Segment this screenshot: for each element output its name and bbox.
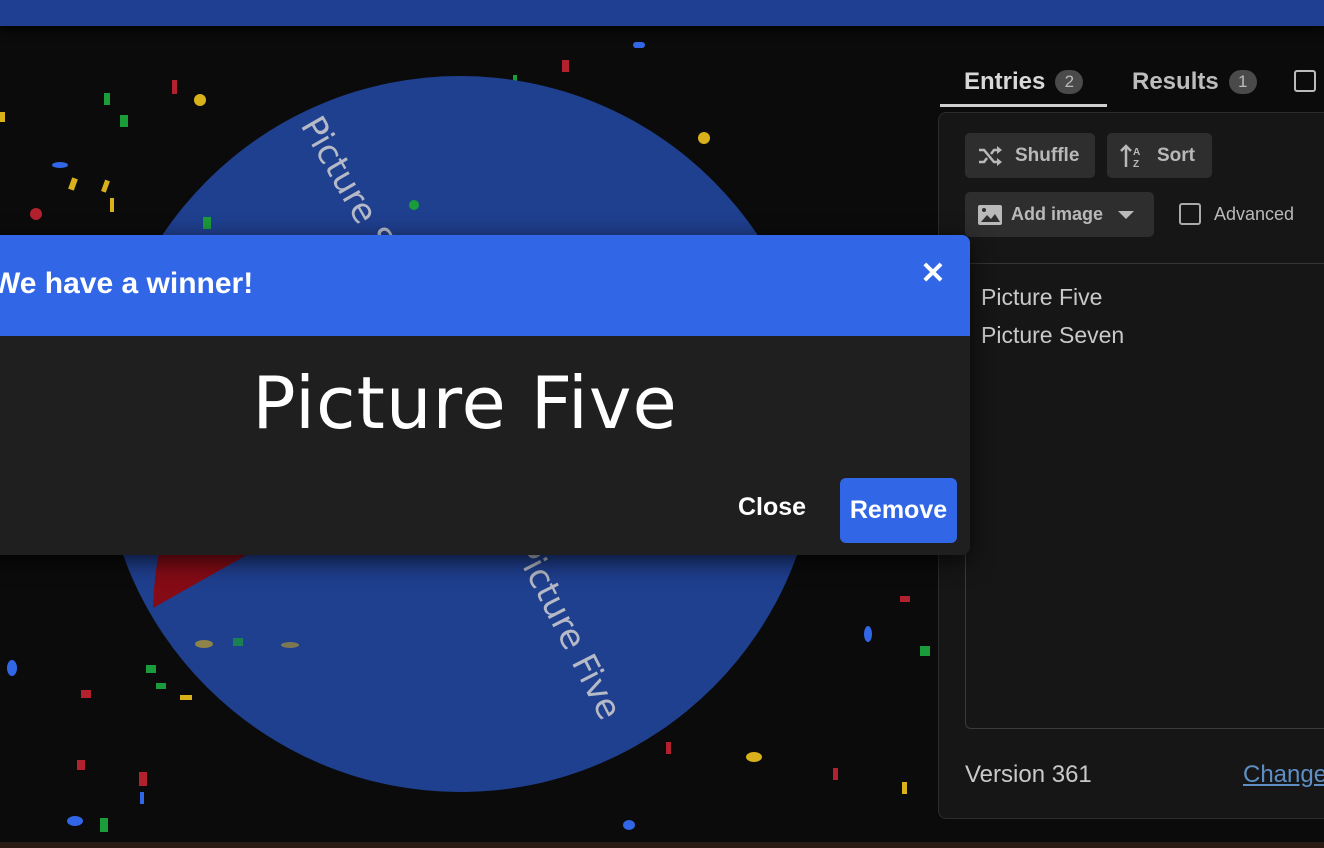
- advanced-toggle[interactable]: Advanced: [1179, 203, 1294, 225]
- image-icon: [978, 204, 1002, 225]
- add-image-button[interactable]: Add image: [965, 192, 1154, 237]
- tab-entries-label: Entries: [964, 68, 1046, 95]
- close-icon[interactable]: ✕: [920, 259, 946, 289]
- sort-icon: A Z: [1120, 143, 1140, 169]
- shuffle-label: Shuffle: [1015, 144, 1080, 166]
- advanced-label: Advanced: [1214, 203, 1295, 224]
- advanced-checkbox[interactable]: [1179, 203, 1201, 225]
- entries-textarea[interactable]: Picture Five Picture Seven: [965, 264, 1324, 729]
- entry-item: Picture Seven: [981, 322, 1125, 348]
- entries-count-badge: 2: [1055, 70, 1084, 94]
- tab-entries[interactable]: Entries 2: [964, 58, 1084, 106]
- chevron-down-icon: [1118, 210, 1135, 219]
- svg-text:Z: Z: [1133, 159, 1139, 169]
- version-text: Version 361: [965, 761, 1092, 788]
- dialog-title: We have a winner!: [0, 267, 254, 300]
- sort-label: Sort: [1157, 144, 1195, 166]
- shuffle-button[interactable]: Shuffle: [965, 133, 1095, 178]
- winner-dialog: We have a winner! ✕ Picture Five Close R…: [0, 235, 970, 555]
- results-count-badge: 1: [1228, 70, 1257, 94]
- tab-results[interactable]: Results 1: [1132, 58, 1257, 106]
- active-tab-indicator: [940, 104, 1107, 107]
- entry-item: Picture Five: [981, 284, 1103, 310]
- app-header-bar: [0, 0, 1324, 26]
- close-button[interactable]: Close: [738, 493, 806, 522]
- entries-panel: Shuffle A Z Sort Add image Advanced Pict…: [938, 112, 1324, 819]
- dialog-header: We have a winner! ✕: [0, 235, 970, 336]
- shuffle-icon: [979, 145, 1002, 166]
- svg-text:A: A: [1133, 147, 1140, 158]
- remove-button[interactable]: Remove: [840, 478, 957, 543]
- winner-name: Picture Five: [252, 361, 678, 445]
- hide-checkbox[interactable]: [1294, 70, 1316, 92]
- changelog-link[interactable]: Change: [1243, 761, 1324, 789]
- sidebar-tabs: Entries 2 Results 1: [940, 58, 1324, 108]
- bottom-strip: [0, 842, 1324, 848]
- sort-button[interactable]: A Z Sort: [1107, 133, 1212, 178]
- add-image-label: Add image: [1011, 204, 1104, 224]
- tab-results-label: Results: [1132, 68, 1219, 95]
